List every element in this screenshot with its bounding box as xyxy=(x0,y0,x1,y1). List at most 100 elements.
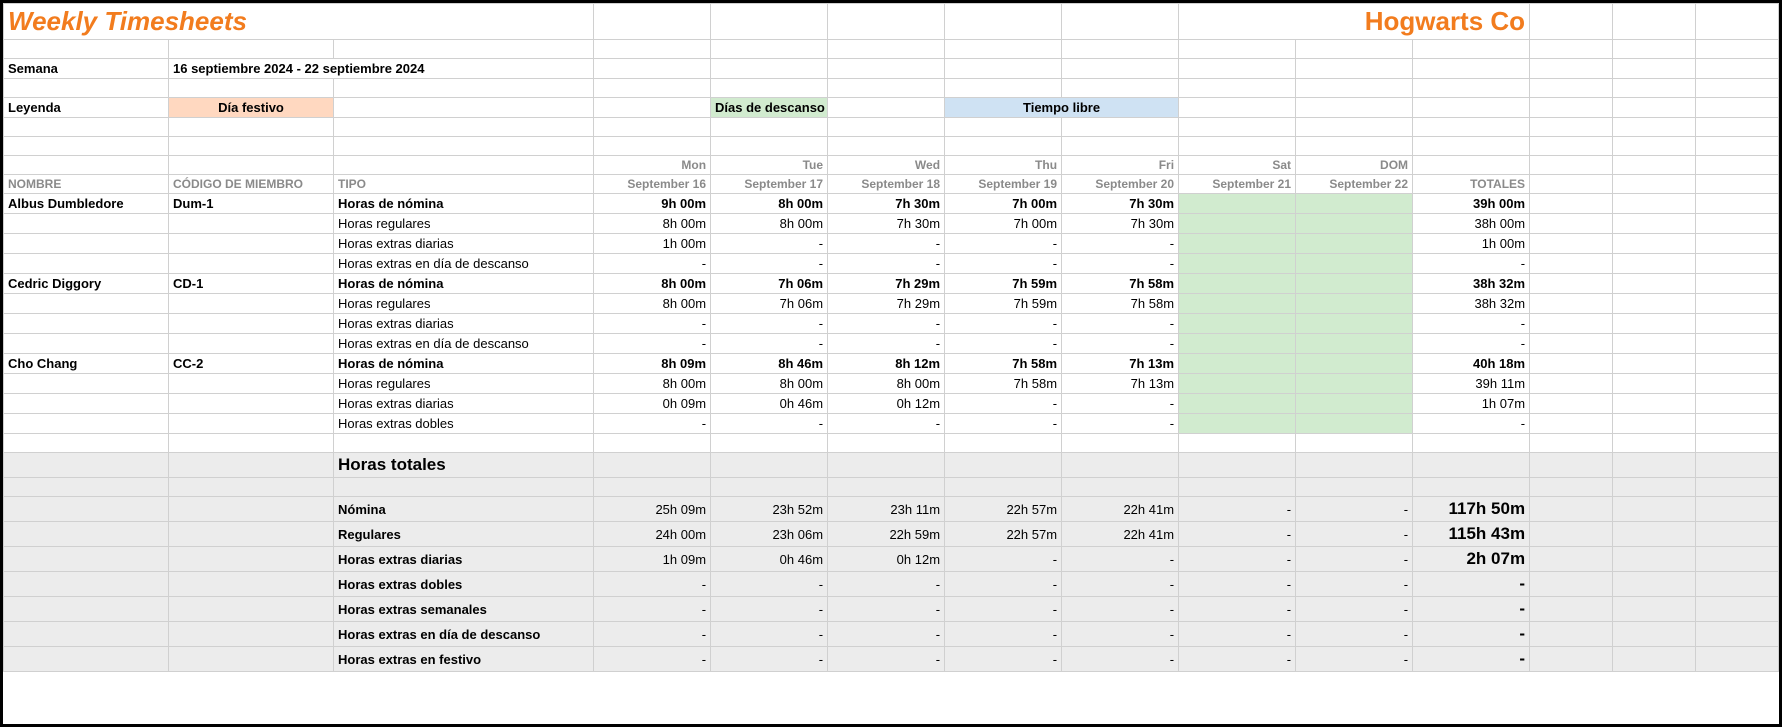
hours-cell[interactable]: 8h 00m xyxy=(594,274,711,294)
hours-cell[interactable] xyxy=(1296,414,1413,434)
row-total: - xyxy=(1413,314,1530,334)
hours-cell[interactable]: 8h 46m xyxy=(711,354,828,374)
hours-cell[interactable]: 8h 00m xyxy=(828,374,945,394)
hours-cell[interactable]: 8h 00m xyxy=(711,374,828,394)
hours-cell[interactable]: - xyxy=(711,334,828,354)
hours-cell[interactable]: 8h 00m xyxy=(711,194,828,214)
hours-cell[interactable]: 8h 00m xyxy=(594,294,711,314)
hours-cell[interactable]: - xyxy=(828,414,945,434)
hours-cell[interactable] xyxy=(1296,234,1413,254)
hours-cell[interactable]: 7h 30m xyxy=(828,194,945,214)
hours-cell[interactable]: 7h 59m xyxy=(945,274,1062,294)
hours-cell[interactable]: - xyxy=(828,314,945,334)
hours-cell[interactable] xyxy=(1296,334,1413,354)
hours-cell[interactable]: 8h 00m xyxy=(711,214,828,234)
hours-cell[interactable]: 8h 09m xyxy=(594,354,711,374)
hours-cell[interactable]: - xyxy=(945,334,1062,354)
hours-cell[interactable] xyxy=(1179,194,1296,214)
hours-cell[interactable]: - xyxy=(1062,254,1179,274)
hours-cell[interactable]: 7h 06m xyxy=(711,294,828,314)
hours-cell[interactable]: - xyxy=(594,254,711,274)
hours-cell[interactable]: 7h 06m xyxy=(711,274,828,294)
hours-cell[interactable] xyxy=(1179,354,1296,374)
totals-cell: - xyxy=(1062,622,1179,647)
hours-cell[interactable] xyxy=(1296,194,1413,214)
blank-row xyxy=(4,118,1779,137)
hours-cell[interactable]: 9h 00m xyxy=(594,194,711,214)
hours-cell[interactable]: - xyxy=(711,234,828,254)
hours-cell[interactable] xyxy=(1296,254,1413,274)
hours-cell[interactable]: - xyxy=(1062,334,1179,354)
hours-cell[interactable] xyxy=(1296,314,1413,334)
hours-cell[interactable]: 7h 00m xyxy=(945,194,1062,214)
hours-cell[interactable] xyxy=(1179,274,1296,294)
hours-cell[interactable]: 8h 00m xyxy=(594,374,711,394)
hours-cell[interactable]: - xyxy=(945,414,1062,434)
hours-cell[interactable] xyxy=(1179,314,1296,334)
hours-cell[interactable]: 7h 30m xyxy=(1062,214,1179,234)
totals-label: Horas extras dobles xyxy=(334,572,594,597)
member-code xyxy=(169,414,334,434)
employee-name: Cedric Diggory xyxy=(4,274,169,294)
hours-cell[interactable] xyxy=(1296,274,1413,294)
hours-cell[interactable]: 7h 58m xyxy=(945,374,1062,394)
hours-cell[interactable]: 1h 00m xyxy=(594,234,711,254)
hours-cell[interactable]: 8h 00m xyxy=(594,214,711,234)
hours-cell[interactable] xyxy=(1179,234,1296,254)
title-row: Weekly Timesheets Hogwarts Co xyxy=(4,4,1779,40)
hours-cell[interactable] xyxy=(1296,214,1413,234)
hours-cell[interactable]: - xyxy=(945,394,1062,414)
hours-cell[interactable]: - xyxy=(945,314,1062,334)
hours-cell[interactable]: 0h 09m xyxy=(594,394,711,414)
hours-cell[interactable]: - xyxy=(594,314,711,334)
hours-cell[interactable]: - xyxy=(1062,314,1179,334)
hours-cell[interactable]: - xyxy=(711,414,828,434)
table-row: Horas extras diarias------ xyxy=(4,314,1779,334)
hours-cell[interactable] xyxy=(1296,394,1413,414)
hours-cell[interactable]: 0h 12m xyxy=(828,394,945,414)
hours-cell[interactable]: 7h 13m xyxy=(1062,374,1179,394)
hours-cell[interactable] xyxy=(1179,214,1296,234)
hours-cell[interactable] xyxy=(1296,294,1413,314)
hours-cell[interactable]: 7h 58m xyxy=(945,354,1062,374)
totals-cell: - xyxy=(1179,547,1296,572)
totals-grand: 115h 43m xyxy=(1413,522,1530,547)
hours-cell[interactable]: - xyxy=(594,414,711,434)
hours-cell[interactable]: 0h 46m xyxy=(711,394,828,414)
hours-cell[interactable]: 7h 58m xyxy=(1062,294,1179,314)
totals-grand: - xyxy=(1413,622,1530,647)
hours-cell[interactable]: 7h 29m xyxy=(828,274,945,294)
hours-cell[interactable] xyxy=(1296,374,1413,394)
hours-cell[interactable]: 7h 00m xyxy=(945,214,1062,234)
hours-cell[interactable] xyxy=(1179,334,1296,354)
hours-cell[interactable]: 7h 29m xyxy=(828,294,945,314)
hours-cell[interactable] xyxy=(1179,414,1296,434)
hours-cell[interactable] xyxy=(1179,294,1296,314)
hours-cell[interactable]: 7h 13m xyxy=(1062,354,1179,374)
totals-cell: - xyxy=(945,547,1062,572)
hours-cell[interactable]: 7h 58m xyxy=(1062,274,1179,294)
hours-cell[interactable]: - xyxy=(711,254,828,274)
hours-cell[interactable]: - xyxy=(711,314,828,334)
hours-cell[interactable]: 7h 30m xyxy=(1062,194,1179,214)
hours-cell[interactable] xyxy=(1179,394,1296,414)
hours-cell[interactable]: 7h 59m xyxy=(945,294,1062,314)
hours-cell[interactable]: - xyxy=(1062,414,1179,434)
hours-cell[interactable] xyxy=(1179,254,1296,274)
totals-cell: - xyxy=(594,572,711,597)
hours-cell[interactable] xyxy=(1296,354,1413,374)
totals-row: Horas extras en festivo-------- xyxy=(4,647,1779,672)
hours-cell[interactable]: - xyxy=(828,254,945,274)
hours-cell[interactable]: - xyxy=(828,334,945,354)
hours-cell[interactable]: - xyxy=(828,234,945,254)
hours-cell[interactable]: 8h 12m xyxy=(828,354,945,374)
hours-cell[interactable]: - xyxy=(1062,394,1179,414)
hours-cell[interactable]: - xyxy=(945,234,1062,254)
hours-cell[interactable]: - xyxy=(594,334,711,354)
hours-cell[interactable] xyxy=(1179,374,1296,394)
hours-cell[interactable]: - xyxy=(945,254,1062,274)
hours-type: Horas de nómina xyxy=(334,354,594,374)
hours-cell[interactable]: 7h 30m xyxy=(828,214,945,234)
timesheet-table: Weekly Timesheets Hogwarts Co Semana 16 … xyxy=(3,3,1779,672)
hours-cell[interactable]: - xyxy=(1062,234,1179,254)
